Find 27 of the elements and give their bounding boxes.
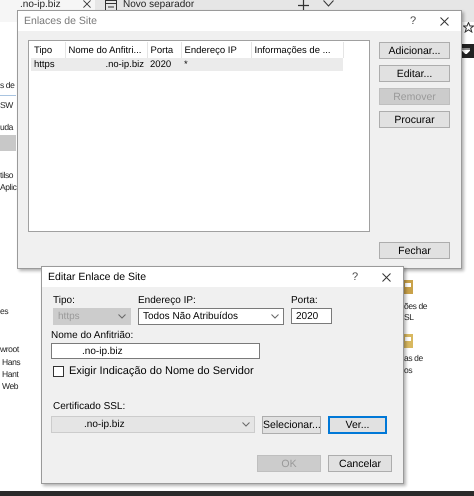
background-text: uda (0, 122, 13, 132)
tab-label: .no-ip.biz (20, 0, 61, 10)
table-cell: * (184, 59, 188, 70)
table-cell: .no-ip.biz (105, 59, 144, 70)
background-text: s de (0, 80, 14, 90)
background-text: ões de (404, 301, 428, 311)
background-text: Web (2, 381, 18, 391)
background-text: tilso (0, 170, 14, 180)
background-text: es (0, 306, 8, 316)
tab-label: Novo separador (123, 0, 194, 10)
field-label: Nome do Anfitrião: (51, 330, 134, 341)
background-text: wroot (0, 344, 19, 354)
field-label: Endereço IP: (138, 295, 197, 306)
field-label: Porta: (291, 295, 319, 306)
background-text: Aplic (0, 182, 16, 192)
background-text: SL (404, 312, 414, 322)
dialog-title: Enlaces de Site (24, 15, 98, 27)
background-text: SW (0, 100, 13, 110)
background-text: as de (404, 353, 423, 363)
field-label: Tipo: (53, 295, 76, 306)
background-text: Hans (2, 357, 20, 367)
background-text: Hant (2, 369, 18, 379)
table-cell: https (34, 59, 55, 70)
table-cell: 2020 (150, 59, 172, 70)
dialog-title: Editar Enlace de Site (48, 271, 148, 283)
field-label: Certificado SSL: (53, 401, 126, 412)
background-text: os (404, 365, 412, 375)
